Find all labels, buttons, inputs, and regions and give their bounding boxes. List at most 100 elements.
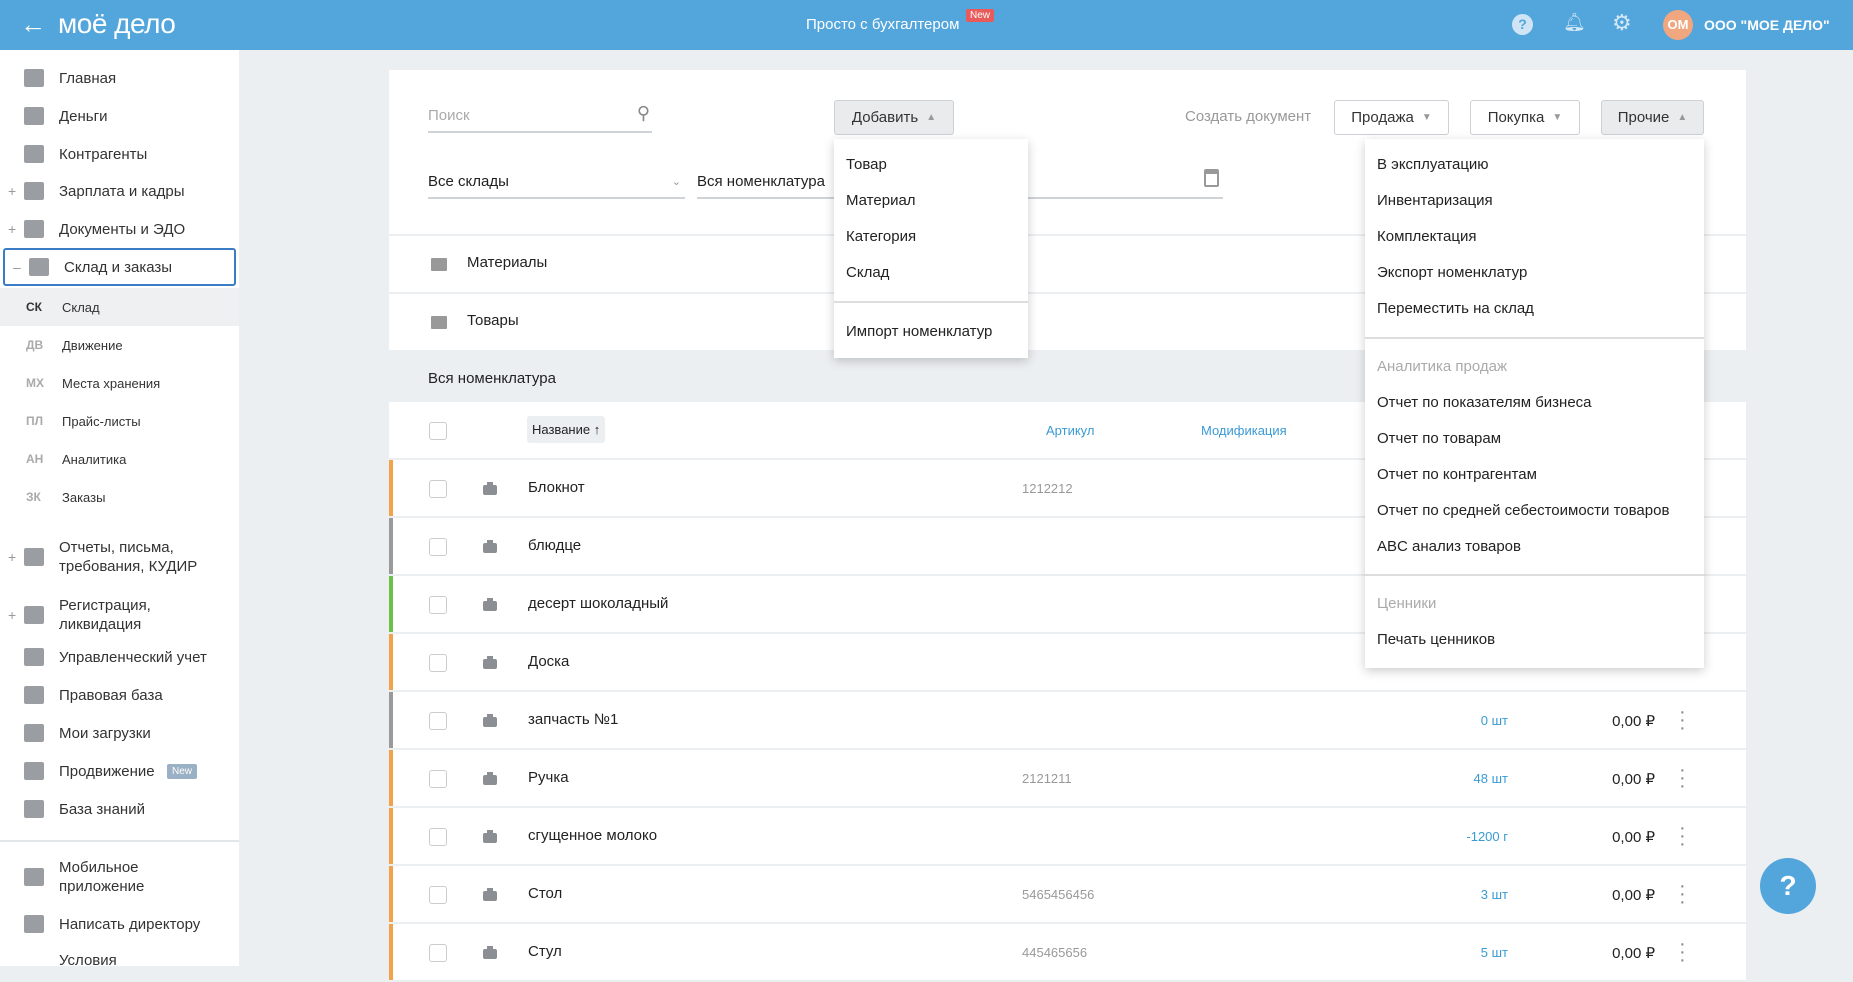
sidebar-item[interactable]: Написать директору — [0, 905, 239, 943]
expand-toggle-icon[interactable]: + — [8, 183, 16, 199]
row-checkbox[interactable] — [429, 944, 447, 962]
camera-icon[interactable] — [483, 714, 497, 727]
item-name[interactable]: блюдце — [528, 537, 581, 554]
sidebar-item[interactable]: Продвижение New — [0, 752, 239, 790]
sidebar-item[interactable]: Мои загрузки — [0, 714, 239, 752]
item-name[interactable]: запчасть №1 — [528, 711, 618, 728]
item-quantity[interactable]: 5 шт — [1481, 945, 1508, 960]
item-name[interactable]: десерт шоколадный — [528, 595, 668, 612]
item-quantity[interactable]: 0 шт — [1481, 713, 1508, 728]
more-options-icon[interactable]: · · · — [1679, 934, 1686, 970]
warehouse-select[interactable]: Все склады ⌄ — [428, 165, 685, 199]
table-row[interactable]: Ручка 2121211 48 шт 0,00 ₽ · · · — [389, 750, 1746, 808]
other-menu-item[interactable]: Экспорт номенклатур — [1377, 264, 1527, 281]
column-name[interactable]: Название ↑ — [527, 416, 606, 443]
gear-icon[interactable]: ⚙ — [1612, 10, 1632, 36]
sidebar-item[interactable]: Условия — [0, 941, 239, 979]
row-checkbox[interactable] — [429, 596, 447, 614]
item-quantity[interactable]: 3 шт — [1481, 887, 1508, 902]
sidebar-subitem[interactable]: ЗК Заказы — [0, 478, 239, 516]
sidebar-item[interactable]: + Регистрация, ликвидация — [0, 591, 239, 639]
other-menu-item[interactable]: Отчет по показателям бизнеса — [1377, 394, 1592, 411]
camera-icon[interactable] — [483, 772, 497, 785]
item-name[interactable]: Доска — [528, 653, 569, 670]
row-checkbox[interactable] — [429, 538, 447, 556]
camera-icon[interactable] — [483, 830, 497, 843]
other-menu-item[interactable]: Печать ценников — [1377, 631, 1495, 648]
item-quantity[interactable]: -1200 г — [1466, 829, 1508, 844]
help-chat-button[interactable]: ? — [1760, 858, 1816, 914]
camera-icon[interactable] — [483, 656, 497, 669]
add-menu-item[interactable]: Категория — [846, 228, 916, 245]
add-menu-item-import[interactable]: Импорт номенклатур — [846, 323, 992, 340]
add-menu-item[interactable]: Материал — [846, 192, 916, 209]
search-icon[interactable]: ⚲ — [637, 103, 650, 124]
row-checkbox[interactable] — [429, 712, 447, 730]
item-quantity[interactable]: 48 шт — [1474, 771, 1508, 786]
add-button[interactable]: Добавить ▲ — [834, 100, 954, 135]
camera-icon[interactable] — [483, 888, 497, 901]
sidebar-item[interactable]: Правовая база — [0, 676, 239, 714]
promo-link[interactable]: Просто с бухгалтером — [806, 16, 959, 33]
logo[interactable]: моё дело — [58, 8, 176, 40]
sidebar-subitem[interactable]: СК Склад — [0, 288, 239, 326]
back-arrow-icon[interactable]: ← — [20, 9, 46, 40]
calendar-icon[interactable] — [1204, 169, 1219, 187]
expand-toggle-icon[interactable]: + — [8, 221, 16, 237]
sidebar-item[interactable]: + Документы и ЭДО — [0, 210, 239, 248]
item-name[interactable]: Стул — [528, 943, 562, 960]
sidebar-item[interactable]: + Зарплата и кадры — [0, 172, 239, 210]
more-options-icon[interactable]: · · · — [1679, 818, 1686, 854]
camera-icon[interactable] — [483, 946, 497, 959]
row-checkbox[interactable] — [429, 480, 447, 498]
sale-button[interactable]: Продажа ▼ — [1334, 100, 1449, 135]
search-input[interactable]: Поиск ⚲ — [428, 99, 652, 133]
sidebar-item[interactable]: База знаний — [0, 790, 239, 828]
sidebar-item[interactable]: – Склад и заказы — [3, 248, 236, 286]
other-menu-item[interactable]: Инвентаризация — [1377, 192, 1493, 209]
sidebar-subitem[interactable]: МХ Места хранения — [0, 364, 239, 402]
more-options-icon[interactable]: · · · — [1679, 760, 1686, 796]
sidebar-subitem[interactable]: АН Аналитика — [0, 440, 239, 478]
other-menu-item[interactable]: Отчет по контрагентам — [1377, 466, 1537, 483]
item-name[interactable]: сгущенное молоко — [528, 827, 657, 844]
other-menu-item[interactable]: Комплектация — [1377, 228, 1476, 245]
expand-toggle-icon[interactable]: + — [8, 607, 16, 623]
sidebar-item[interactable]: Мобильное приложение — [0, 853, 239, 901]
column-sku[interactable]: Артикул — [1046, 423, 1094, 438]
table-row[interactable]: запчасть №1 0 шт 0,00 ₽ · · · — [389, 692, 1746, 750]
item-name[interactable]: Стол — [528, 885, 562, 902]
other-menu-item[interactable]: Отчет по средней себестоимости товаров — [1377, 502, 1669, 519]
table-row[interactable]: Стул 445465656 5 шт 0,00 ₽ · · · — [389, 924, 1746, 982]
table-row[interactable]: Стол 5465456456 3 шт 0,00 ₽ · · · — [389, 866, 1746, 924]
camera-icon[interactable] — [483, 540, 497, 553]
add-menu-item[interactable]: Склад — [846, 264, 889, 281]
item-name[interactable]: Блокнот — [528, 479, 585, 496]
sidebar-item[interactable]: Контрагенты — [0, 135, 239, 173]
sidebar-subitem[interactable]: ПЛ Прайс-листы — [0, 402, 239, 440]
more-options-icon[interactable]: · · · — [1679, 702, 1686, 738]
more-options-icon[interactable]: · · · — [1679, 876, 1686, 912]
other-menu-item[interactable]: В эксплуатацию — [1377, 156, 1489, 173]
sidebar-item[interactable]: + Отчеты, письма, требования, КУДИР — [0, 533, 239, 581]
sidebar-item[interactable]: Главная — [0, 59, 239, 97]
add-menu-item[interactable]: Товар — [846, 156, 887, 173]
purchase-button[interactable]: Покупка ▼ — [1470, 100, 1580, 135]
row-checkbox[interactable] — [429, 654, 447, 672]
sidebar-subitem[interactable]: ДВ Движение — [0, 326, 239, 364]
camera-icon[interactable] — [483, 482, 497, 495]
company-avatar[interactable]: ОМ — [1663, 10, 1693, 40]
row-checkbox[interactable] — [429, 770, 447, 788]
column-modification[interactable]: Модификация — [1201, 423, 1287, 438]
other-menu-item[interactable]: ABC анализ товаров — [1377, 538, 1521, 555]
item-name[interactable]: Ручка — [528, 769, 569, 786]
bell-icon[interactable]: 🔔︎ — [1563, 12, 1586, 33]
camera-icon[interactable] — [483, 598, 497, 611]
other-menu-item[interactable]: Отчет по товарам — [1377, 430, 1501, 447]
expand-toggle-icon[interactable]: – — [13, 259, 21, 275]
expand-toggle-icon[interactable]: + — [8, 549, 16, 565]
sidebar-item[interactable]: Деньги — [0, 97, 239, 135]
row-checkbox[interactable] — [429, 886, 447, 904]
help-icon[interactable]: ? — [1512, 14, 1533, 35]
company-name[interactable]: ООО "МОЕ ДЕЛО" — [1704, 17, 1830, 33]
